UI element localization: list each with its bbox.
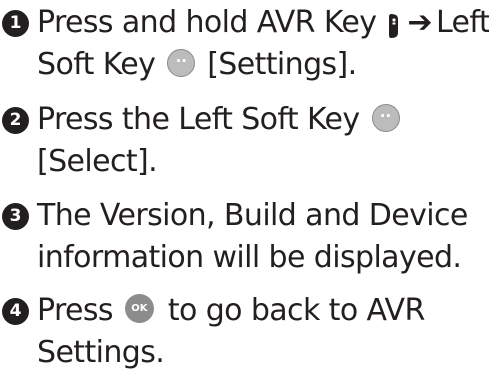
step-line: Soft Key ·· [Settings]. (37, 44, 489, 86)
left-soft-key-icon: ·· (371, 103, 400, 132)
step-line: Press OK to go back to AVR (37, 290, 489, 332)
step-line: [Select]. (37, 141, 489, 183)
step-text-segment: The Version, Build and Device (37, 198, 468, 233)
step-line: Press the Left Soft Key ·· (37, 99, 489, 141)
left-soft-key-icon: ·· (167, 48, 196, 77)
instruction-steps: 1 Press and hold AVR Key ➔ Left Soft Key … (0, 0, 489, 377)
step-line: The Version, Build and Device (37, 195, 489, 237)
step-text-segment: Press the Left Soft Key (37, 102, 360, 137)
step-number-badge: 2 (2, 107, 29, 134)
ok-key-icon: OK (124, 294, 154, 323)
step-text: Press and hold AVR Key ➔ Left Soft Key ··… (37, 2, 489, 86)
step-text-segment: Press (37, 293, 114, 328)
step-text: Press OK to go back to AVR Settings. (37, 290, 489, 374)
step-number-badge: 3 (2, 203, 29, 230)
step-text-segment: information will be displayed. (37, 240, 462, 275)
step-text: Press the Left Soft Key ·· [Select]. (37, 99, 489, 183)
step-number-badge: 4 (2, 298, 29, 325)
step-text-segment: [Select]. (37, 144, 158, 179)
step-line: Settings. (37, 332, 489, 374)
ok-key-label: OK (131, 303, 148, 314)
step-text-segment: Left (435, 5, 489, 40)
step-line: Press and hold AVR Key ➔ Left (37, 2, 489, 44)
step-number-badge: 1 (2, 10, 29, 37)
step-line: information will be displayed. (37, 237, 489, 279)
step-text-segment: Press and hold AVR Key (37, 5, 377, 40)
arrow-icon: ➔ (407, 5, 432, 40)
step-text: The Version, Build and Device informatio… (37, 195, 489, 279)
avr-key-icon (388, 9, 400, 38)
step-text-segment: [Settings]. (207, 47, 357, 82)
step-text-segment: Settings. (37, 335, 165, 370)
step-text-segment: Soft Key (37, 47, 156, 82)
step-text-segment: to go back to AVR (167, 293, 425, 328)
